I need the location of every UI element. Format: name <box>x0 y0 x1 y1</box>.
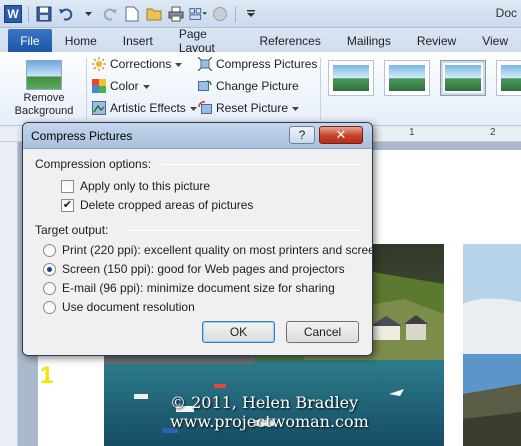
document-title: Doc <box>495 6 517 20</box>
print-radio[interactable] <box>43 243 56 257</box>
new-document-icon[interactable] <box>123 5 141 23</box>
dialog-title-bar[interactable]: Compress Pictures ? ✕ <box>23 123 372 149</box>
delete-cropped-label: Delete cropped areas of pictures <box>80 198 254 212</box>
picture-style-thumbnail[interactable] <box>384 60 430 96</box>
ruler-mark: 1 <box>409 127 415 138</box>
picture-commands-group: Compress Pictures Change Picture Reset P… <box>198 56 317 116</box>
circle-button-icon[interactable] <box>211 5 229 23</box>
artistic-effects-label: Artistic Effects <box>110 101 186 115</box>
tab-page-layout[interactable]: Page Layout <box>166 27 247 55</box>
screen-resolution-option[interactable]: Screen (150 ppi): good for Web pages and… <box>43 262 345 276</box>
document-resolution-radio[interactable] <box>43 300 56 314</box>
tab-view[interactable]: View <box>469 29 521 52</box>
page-number-label: 1 <box>40 362 54 389</box>
coastline-photo[interactable] <box>463 244 521 446</box>
picture-style-thumbnail[interactable] <box>328 60 374 96</box>
dialog-body: Compression options: Apply only to this … <box>23 149 372 355</box>
color-button[interactable]: Color <box>92 78 197 94</box>
tab-review[interactable]: Review <box>404 29 469 52</box>
quick-print-icon[interactable] <box>167 5 185 23</box>
document-resolution-option[interactable]: Use document resolution <box>43 300 195 314</box>
screen-radio[interactable] <box>43 262 56 276</box>
tab-mailings[interactable]: Mailings <box>334 29 404 52</box>
ruler-mark: 2 <box>490 127 496 138</box>
picture-style-thumbnail[interactable] <box>440 60 486 96</box>
group-divider <box>127 230 361 231</box>
toolbar-separator <box>28 6 29 22</box>
photo-watermark: © 2011, Helen Bradley www.projectwoman.c… <box>170 393 435 431</box>
compress-pictures-label: Compress Pictures <box>216 57 318 71</box>
close-button[interactable]: ✕ <box>319 126 363 144</box>
tab-insert[interactable]: Insert <box>110 29 166 52</box>
group-divider <box>161 164 361 165</box>
email-radio[interactable] <box>43 281 56 295</box>
customize-toolbar-icon[interactable] <box>242 5 260 23</box>
undo-icon[interactable] <box>57 5 75 23</box>
help-button[interactable]: ? <box>289 126 315 144</box>
apply-only-option[interactable]: Apply only to this picture <box>61 179 210 193</box>
corrections-button[interactable]: Corrections <box>92 56 197 72</box>
picture-styles-gallery <box>328 60 521 96</box>
word-app-icon[interactable]: W <box>4 5 22 23</box>
color-palette-icon <box>92 79 106 93</box>
apply-only-label: Apply only to this picture <box>80 179 211 193</box>
remove-background-label: Remove Background <box>14 92 74 117</box>
ribbon-separator <box>320 58 321 120</box>
vertical-ruler[interactable] <box>0 142 18 446</box>
ok-button[interactable]: OK <box>202 321 275 343</box>
open-folder-icon[interactable] <box>145 5 163 23</box>
watermark-copyright: © 2011, Helen Bradley <box>170 393 359 412</box>
change-picture-label: Change Picture <box>216 79 299 93</box>
redo-icon[interactable] <box>101 5 119 23</box>
delete-cropped-checkbox[interactable]: ✔ <box>61 198 74 212</box>
apply-only-checkbox[interactable] <box>61 179 74 193</box>
cancel-button[interactable]: Cancel <box>286 321 359 343</box>
delete-cropped-option[interactable]: ✔ Delete cropped areas of pictures <box>61 198 253 212</box>
remove-background-button[interactable]: Remove Background <box>8 56 80 118</box>
compress-icon <box>198 57 212 71</box>
adjust-group: Corrections Color Artistic Effects <box>92 56 197 116</box>
change-picture-icon <box>198 79 212 93</box>
layout-dropdown-icon[interactable] <box>189 5 207 23</box>
target-output-label: Target output: <box>35 223 109 237</box>
toolbar-separator <box>235 6 236 22</box>
undo-dropdown-icon[interactable] <box>79 5 97 23</box>
tab-file[interactable]: File <box>8 29 52 52</box>
watermark-url: www.projectwoman.com <box>170 412 369 431</box>
chevron-down-icon <box>142 79 150 93</box>
chevron-down-icon <box>189 101 197 115</box>
screen-label: Screen (150 ppi): good for Web pages and… <box>62 262 345 276</box>
artistic-effects-button[interactable]: Artistic Effects <box>92 100 197 116</box>
email-label: E-mail (96 ppi): minimize document size … <box>62 281 335 295</box>
ribbon-separator <box>86 58 87 120</box>
print-label: Print (220 ppi): excellent quality on mo… <box>62 243 373 257</box>
compression-options-label: Compression options: <box>35 157 152 171</box>
reset-picture-label: Reset Picture <box>216 101 289 115</box>
artistic-effects-icon <box>92 101 106 115</box>
change-picture-button[interactable]: Change Picture <box>198 78 317 94</box>
quick-access-toolbar: W <box>4 4 260 24</box>
picture-style-thumbnail[interactable] <box>496 60 521 96</box>
color-label: Color <box>110 79 139 93</box>
chevron-down-icon <box>292 101 300 115</box>
tab-home[interactable]: Home <box>52 29 110 52</box>
reset-picture-icon <box>198 101 212 115</box>
corrections-label: Corrections <box>110 57 172 71</box>
tab-references[interactable]: References <box>246 29 333 52</box>
sun-icon <box>92 57 106 71</box>
print-resolution-option[interactable]: Print (220 ppi): excellent quality on mo… <box>43 243 373 257</box>
title-bar: W Doc <box>0 0 521 28</box>
document-resolution-label: Use document resolution <box>62 300 195 314</box>
compress-pictures-dialog: Compress Pictures ? ✕ Compression option… <box>22 122 373 356</box>
remove-background-icon <box>26 60 62 90</box>
save-icon[interactable] <box>35 5 53 23</box>
dialog-title: Compress Pictures <box>31 129 133 143</box>
chevron-down-icon <box>175 57 183 71</box>
email-resolution-option[interactable]: E-mail (96 ppi): minimize document size … <box>43 281 335 295</box>
ribbon-tabs: File Home Insert Page Layout References … <box>0 27 521 55</box>
compress-pictures-button[interactable]: Compress Pictures <box>198 56 317 72</box>
reset-picture-button[interactable]: Reset Picture <box>198 100 317 116</box>
ribbon-picture-tools: Remove Background Corrections Color Arti… <box>0 52 521 126</box>
